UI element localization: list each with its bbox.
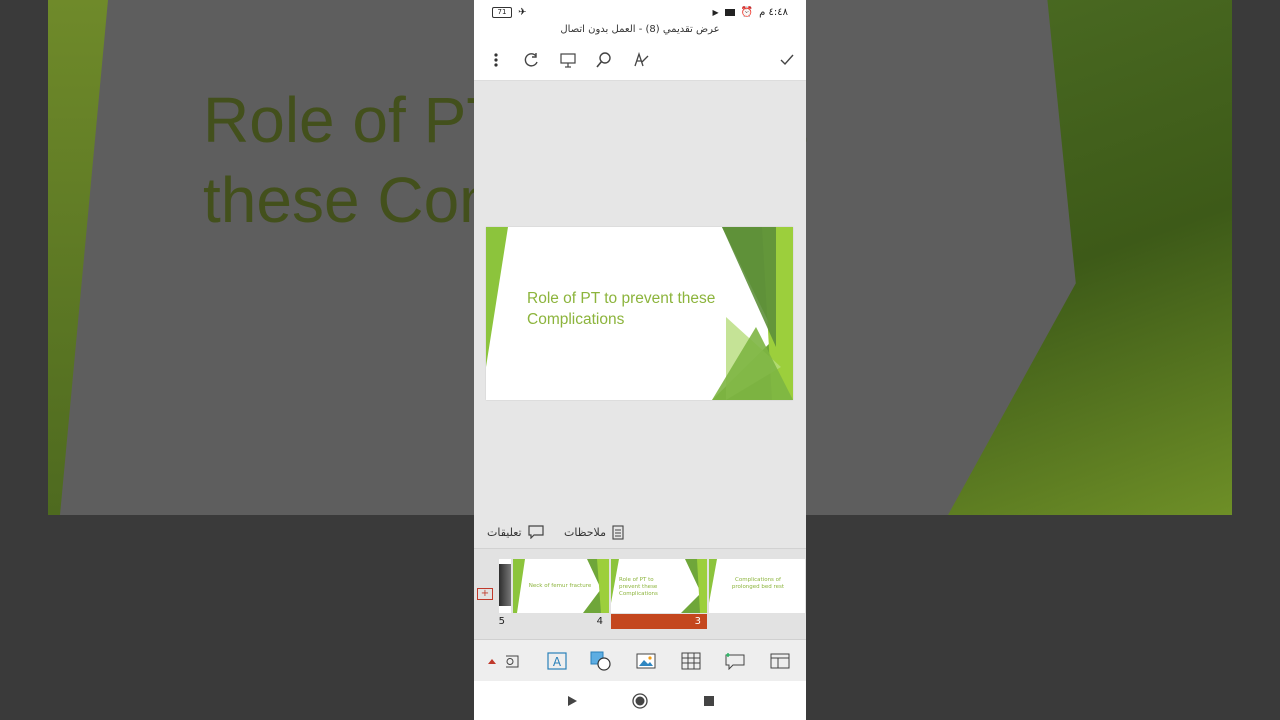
layout-icon[interactable] <box>769 650 791 672</box>
phone-screen: 71 ✈ ▶ ⏰ ٤:٤٨ م عرض تقديمي (8) - العمل ب… <box>474 0 806 720</box>
status-bar: 71 ✈ ▶ ⏰ ٤:٤٨ م <box>474 0 806 26</box>
panel-tabs: تعليقات ملاحظات <box>474 516 806 548</box>
search-icon[interactable] <box>594 50 614 70</box>
thumbnail-number: 4 <box>596 616 603 627</box>
slide-title[interactable]: Role of PT to prevent these Complication… <box>527 288 727 330</box>
shapes-icon[interactable] <box>590 650 612 672</box>
slide-thumbnail-strip[interactable]: + Neck of femur fracture Role of PT to p… <box>474 548 806 639</box>
thumbnail-number: 3 <box>611 614 707 629</box>
status-left: 71 ✈ <box>492 7 526 18</box>
done-icon[interactable] <box>777 50 797 70</box>
thumbnail-slide-2[interactable]: Complications of prolonged bed rest <box>709 559 805 613</box>
notes-tab[interactable]: ملاحظات <box>564 525 624 540</box>
insert-toolbar: A <box>474 639 806 682</box>
video-icon <box>724 9 735 16</box>
slide-editor-area[interactable]: Role of PT to prevent these Complication… <box>474 81 806 516</box>
picture-icon[interactable] <box>635 650 657 672</box>
thumbnail-slide-5[interactable] <box>499 559 511 613</box>
background-green-shape-left <box>48 0 108 515</box>
thumbnail-slide-3[interactable]: Role of PT to prevent these Complication… <box>611 559 707 613</box>
collapse-arrow-icon[interactable] <box>481 650 503 672</box>
comment-icon <box>528 525 544 539</box>
text-box-icon[interactable]: A <box>546 650 568 672</box>
add-slide-button[interactable]: + <box>477 588 493 600</box>
more-icon[interactable] <box>486 50 506 70</box>
recents-icon[interactable] <box>700 692 718 710</box>
thumbnail-number: 5 <box>499 616 505 627</box>
thumbnail-title: Neck of femur fracture <box>528 583 592 589</box>
airplane-icon: ✈ <box>518 7 527 18</box>
present-icon[interactable] <box>558 50 578 70</box>
svg-text:A: A <box>553 655 562 669</box>
comments-label: تعليقات <box>487 525 522 539</box>
top-toolbar <box>474 40 806 81</box>
redo-icon[interactable] <box>522 50 542 70</box>
play-store-icon: ▶ <box>712 8 719 17</box>
document-title: عرض تقديمي (8) - العمل بدون اتصال <box>474 24 806 40</box>
android-nav-bar <box>474 681 806 720</box>
status-time: ٤:٤٨ م <box>759 7 788 18</box>
thumbnail-title: Role of PT to prevent these Complication… <box>619 577 658 597</box>
comments-tab[interactable]: تعليقات <box>487 525 544 539</box>
thumbnail-slide-4[interactable]: Neck of femur fracture <box>513 559 609 613</box>
status-right: ▶ ⏰ ٤:٤٨ م <box>713 7 788 18</box>
battery-icon: 71 <box>492 7 512 18</box>
draw-icon[interactable] <box>631 50 651 70</box>
table-icon[interactable] <box>680 650 702 672</box>
notes-label: ملاحظات <box>564 526 606 539</box>
home-icon[interactable] <box>631 692 649 710</box>
thumbnail-image <box>499 564 511 606</box>
thumbnail-list: Neck of femur fracture Role of PT to pre… <box>499 559 806 629</box>
current-slide[interactable]: Role of PT to prevent these Complication… <box>486 227 793 400</box>
alarm-icon: ⏰ <box>740 7 754 18</box>
back-icon[interactable] <box>563 692 581 710</box>
comment-insert-icon[interactable] <box>724 650 746 672</box>
thumbnail-title: Complications of prolonged bed rest <box>731 577 785 590</box>
background-green-shape-right <box>948 0 1232 515</box>
camera-icon[interactable] <box>506 650 520 672</box>
notes-icon <box>612 525 624 540</box>
